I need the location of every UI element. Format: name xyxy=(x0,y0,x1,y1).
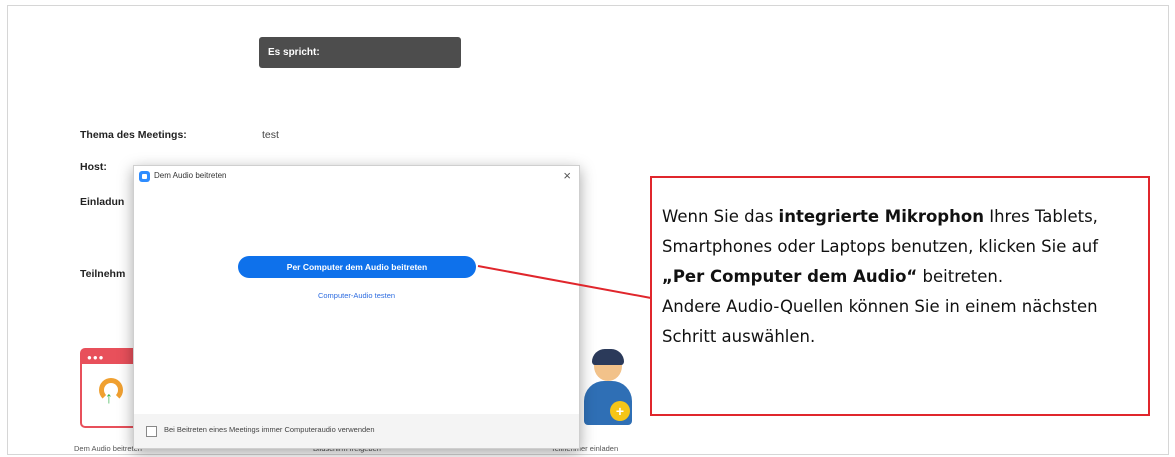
callout-bold-2: „Per Computer dem Audio“ xyxy=(662,267,918,286)
instruction-callout: Wenn Sie das integrierte Mikrophon Ihres… xyxy=(650,176,1150,416)
callout-text-1: Wenn Sie das xyxy=(662,207,779,226)
callout-text-4: Andere Audio-Quellen können Sie in einem… xyxy=(662,297,1098,346)
callout-bold-1: integrierte Mikrophon xyxy=(778,207,984,226)
callout-text-3: beitreten. xyxy=(917,267,1004,286)
